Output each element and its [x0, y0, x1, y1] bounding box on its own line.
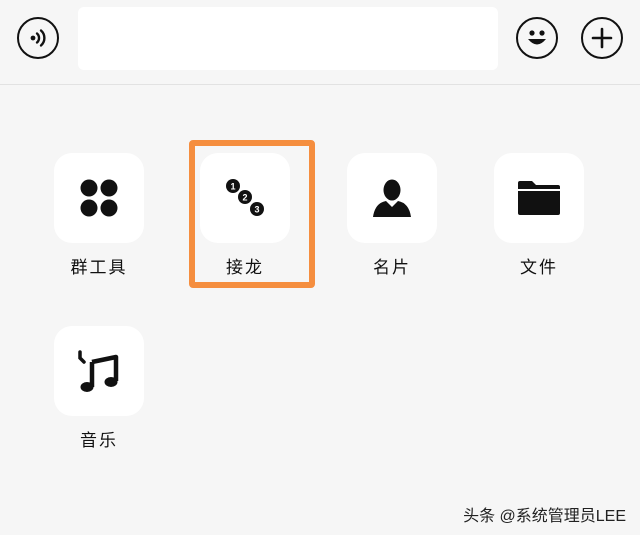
folder-icon: [518, 181, 560, 215]
chat-input-bar: [0, 0, 640, 85]
music-button[interactable]: [54, 326, 144, 416]
plus-icon: [591, 27, 613, 49]
contact-card-label: 名片: [373, 258, 411, 278]
music-label: 音乐: [80, 431, 118, 451]
voice-icon: [30, 29, 46, 47]
contact-card-button[interactable]: [347, 153, 437, 243]
music-note-icon: [78, 350, 119, 392]
highlight-frame: [189, 140, 315, 288]
group-tools-label: 群工具: [70, 258, 128, 278]
file-button[interactable]: [494, 153, 584, 243]
emoji-icon: [528, 30, 546, 45]
watermark-text: 头条 @系统管理员LEE: [463, 508, 626, 525]
file-label: 文件: [520, 258, 558, 278]
group-tools-button[interactable]: [54, 153, 144, 243]
plus-button[interactable]: [581, 17, 623, 59]
emoji-button[interactable]: [516, 17, 558, 59]
grid-icon: [80, 179, 118, 217]
voice-button[interactable]: [17, 17, 59, 59]
message-input[interactable]: [78, 7, 498, 70]
person-icon: [373, 179, 411, 217]
